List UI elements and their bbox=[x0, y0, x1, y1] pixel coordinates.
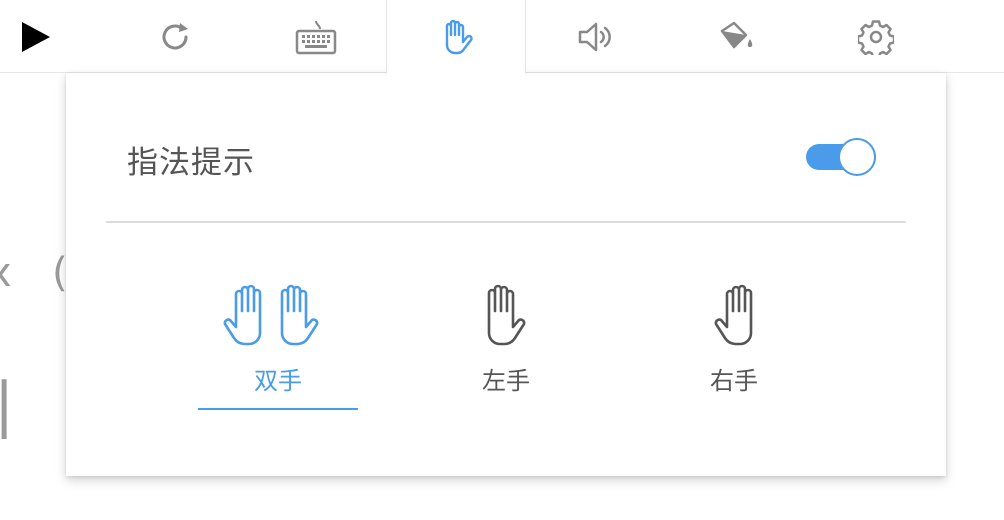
speaker-icon bbox=[578, 22, 611, 51]
hand-icon bbox=[445, 19, 473, 55]
gear-icon bbox=[858, 19, 894, 55]
option-label: 双手 bbox=[254, 367, 302, 395]
option-both-hands[interactable]: 双手 bbox=[198, 283, 358, 410]
toggle-knob bbox=[838, 138, 876, 176]
divider bbox=[106, 221, 906, 223]
left-hand-icon bbox=[487, 284, 526, 346]
play-icon bbox=[22, 21, 50, 52]
theme-button[interactable] bbox=[666, 0, 806, 73]
keyboard-icon bbox=[295, 20, 337, 54]
play-button[interactable] bbox=[0, 0, 70, 73]
keyboard-button[interactable] bbox=[246, 0, 386, 73]
option-label: 右手 bbox=[710, 367, 758, 395]
option-left-hand[interactable]: 左手 bbox=[466, 283, 546, 396]
finger-hint-popup: 指法提示 双手 左手 右手 bbox=[66, 73, 946, 476]
restart-button[interactable] bbox=[106, 0, 246, 73]
refresh-icon bbox=[162, 22, 188, 49]
option-right-hand[interactable]: 右手 bbox=[694, 283, 774, 396]
background-text-fragment: x bbox=[0, 250, 12, 296]
right-hand-icon bbox=[714, 284, 753, 346]
popup-title: 指法提示 bbox=[127, 145, 255, 181]
selected-underline bbox=[198, 408, 358, 410]
paint-bucket-icon bbox=[720, 21, 753, 48]
settings-button[interactable] bbox=[806, 0, 946, 73]
top-toolbar bbox=[0, 0, 1004, 74]
background-text-fragment: | bbox=[0, 370, 15, 440]
finger-hint-button[interactable] bbox=[386, 0, 526, 74]
option-label: 左手 bbox=[482, 367, 530, 395]
sound-button[interactable] bbox=[526, 0, 666, 73]
both-hands-icon bbox=[223, 284, 319, 346]
finger-hint-toggle[interactable] bbox=[806, 136, 878, 176]
